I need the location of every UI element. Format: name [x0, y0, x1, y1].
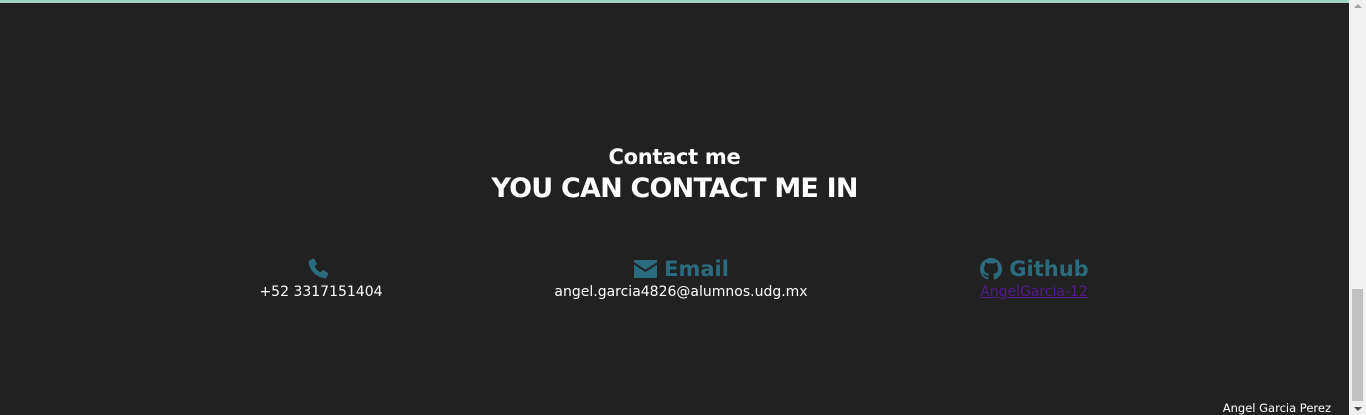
vertical-scrollbar[interactable] [1349, 0, 1366, 415]
contact-title: YOU CAN CONTACT ME IN [491, 173, 858, 204]
scrollbar-thumb[interactable] [1352, 289, 1363, 401]
github-contact: Github AngelGarcia-12 [884, 255, 1184, 300]
footer-credit: Angel Garcia Perez [1222, 401, 1331, 415]
contact-subtitle: Contact me [608, 145, 741, 169]
scroll-up-arrow-icon[interactable] [1354, 4, 1362, 8]
email-header: Email [531, 255, 831, 283]
github-icon [979, 257, 1003, 281]
phone-icon [306, 257, 330, 281]
github-link-wrapper: AngelGarcia-12 [884, 284, 1184, 300]
envelope-icon [633, 259, 658, 279]
email-address: angel.garcia4826@alumnos.udg.mx [554, 284, 808, 300]
github-header: Github [884, 255, 1184, 283]
phone-contact: +52 3317151404 [171, 255, 471, 300]
github-label: Github [1009, 257, 1089, 281]
github-profile-link[interactable]: AngelGarcia-12 [980, 284, 1088, 300]
phone-header [171, 255, 471, 283]
scroll-down-arrow-icon[interactable] [1354, 407, 1362, 411]
phone-number: +52 3317151404 [259, 284, 383, 300]
contact-section: Contact me YOU CAN CONTACT ME IN +52 331… [0, 3, 1349, 415]
email-label: Email [664, 257, 729, 281]
email-contact: Email angel.garcia4826@alumnos.udg.mx [531, 255, 831, 300]
